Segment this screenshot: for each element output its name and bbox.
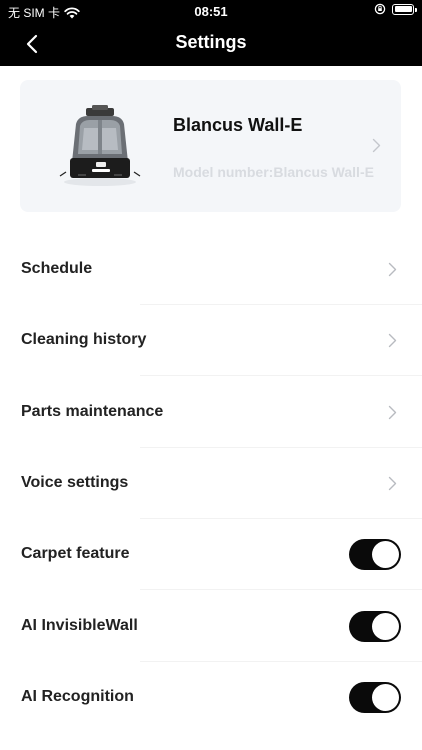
menu-item-ai-recognition: AI Recognition [0,662,422,732]
carpet-feature-toggle[interactable] [349,539,401,570]
chevron-right-icon [388,262,397,277]
menu-item-cleaning-history[interactable]: Cleaning history [0,305,422,375]
menu-label: AI Recognition [21,688,134,705]
toggle-knob [372,541,399,568]
status-right [374,3,417,15]
menu-label: Parts maintenance [21,403,164,420]
ai-recognition-toggle[interactable] [349,682,401,713]
device-name: Blancus Wall-E [173,115,303,135]
menu-item-parts-maintenance[interactable]: Parts maintenance [0,377,422,447]
chevron-right-icon [372,138,381,153]
menu-label: AI InvisibleWall [21,617,138,634]
status-time: 08:51 [194,4,228,19]
menu-item-ai-invisiblewall: AI InvisibleWall [0,591,422,661]
header: 无 SIM 卡 08:51 Settings [0,0,422,66]
chevron-right-icon [388,476,397,491]
status-bar: 无 SIM 卡 08:51 [0,0,422,22]
menu-label: Schedule [21,260,93,277]
menu-label: Carpet feature [21,545,130,562]
toggle-knob [372,684,399,711]
nav-bar: Settings [0,22,422,66]
menu-item-schedule[interactable]: Schedule [0,234,422,304]
page-title: Settings [175,32,247,52]
menu-item-carpet-feature: Carpet feature [0,519,422,589]
battery-icon [392,3,417,15]
chevron-right-icon [388,333,397,348]
orientation-lock-icon [374,3,386,15]
menu-label: Voice settings [21,474,129,491]
menu-item-voice-settings[interactable]: Voice settings [0,448,422,518]
chevron-right-icon [388,405,397,420]
robot-vacuum-image [59,105,141,186]
device-model: Model number:Blancus Wall-E [173,164,374,180]
menu-label: Cleaning history [21,331,147,348]
device-card[interactable]: Blancus Wall-E Model number:Blancus Wall… [20,80,401,212]
toggle-knob [372,613,399,640]
divider [140,589,422,590]
divider [140,375,422,376]
ai-invisiblewall-toggle[interactable] [349,611,401,642]
